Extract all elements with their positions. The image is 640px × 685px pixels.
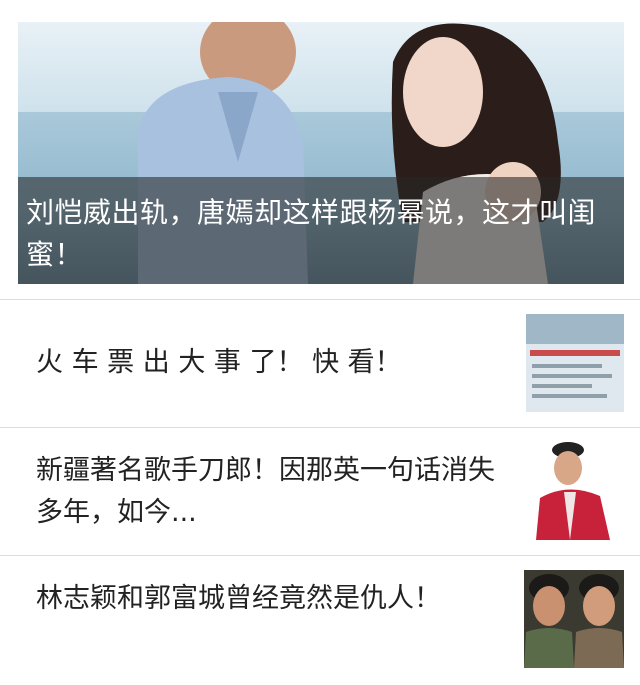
list-item[interactable]: 新疆著名歌手刀郎！因那英一句话消失多年，如今... <box>0 428 640 556</box>
list-item-thumbnail[interactable] <box>526 442 624 540</box>
list-item-thumbnail[interactable] <box>526 314 624 412</box>
list-item-title: 林志颖和郭富城曾经竟然是仇人！ <box>36 583 441 614</box>
list-item-title: 火 车 票 出 大 事 了！ 快 看！ <box>36 347 402 378</box>
list-item[interactable]: 火 车 票 出 大 事 了！ 快 看！ <box>0 300 640 428</box>
list-item-title: 新疆著名歌手刀郎！因那英一句话消失多年，如今... <box>36 455 495 528</box>
list-item-thumbnail[interactable] <box>524 570 624 668</box>
featured-article-image[interactable]: 刘恺威出轨，唐嫣却这样跟杨幂说，这才叫闺蜜！ <box>18 22 624 284</box>
list-item[interactable]: 林志颖和郭富城曾经竟然是仇人！ <box>0 556 640 685</box>
featured-article-title: 刘恺威出轨，唐嫣却这样跟杨幂说，这才叫闺蜜！ <box>26 196 597 271</box>
featured-article-card[interactable]: 刘恺威出轨，唐嫣却这样跟杨幂说，这才叫闺蜜！ <box>0 0 640 300</box>
news-feed: 刘恺威出轨，唐嫣却这样跟杨幂说，这才叫闺蜜！ 火 车 票 出 大 事 了！ 快 … <box>0 0 640 685</box>
